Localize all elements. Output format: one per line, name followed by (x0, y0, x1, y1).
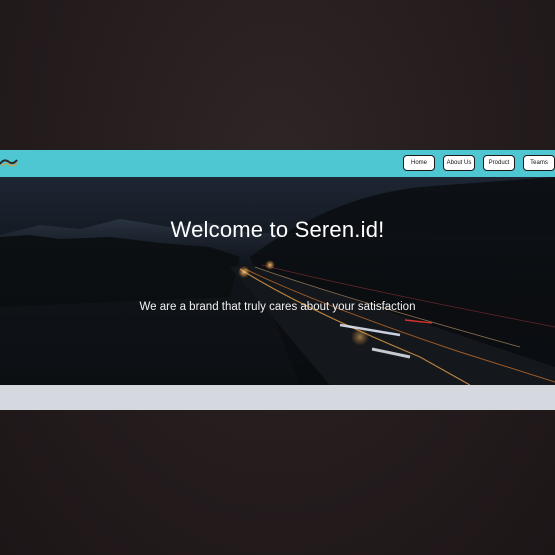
nav-about-us-button[interactable]: About Us (443, 155, 475, 171)
nav-teams-button[interactable]: Teams (523, 155, 555, 171)
website-screen: Home About Us Product Teams Welcome to S… (0, 150, 555, 410)
footer-strip (0, 385, 555, 410)
nav-home-button[interactable]: Home (403, 155, 435, 171)
hero-subtitle: We are a brand that truly cares about yo… (139, 301, 416, 313)
hero-title: Welcome to Seren.id! (170, 217, 385, 242)
brand-logo-icon[interactable] (0, 157, 18, 169)
hero-section: Welcome to Seren.id! We are a brand that… (0, 177, 555, 385)
navbar: Home About Us Product Teams (0, 150, 555, 177)
hero-background-image (0, 177, 555, 385)
nav-product-button[interactable]: Product (483, 155, 515, 171)
